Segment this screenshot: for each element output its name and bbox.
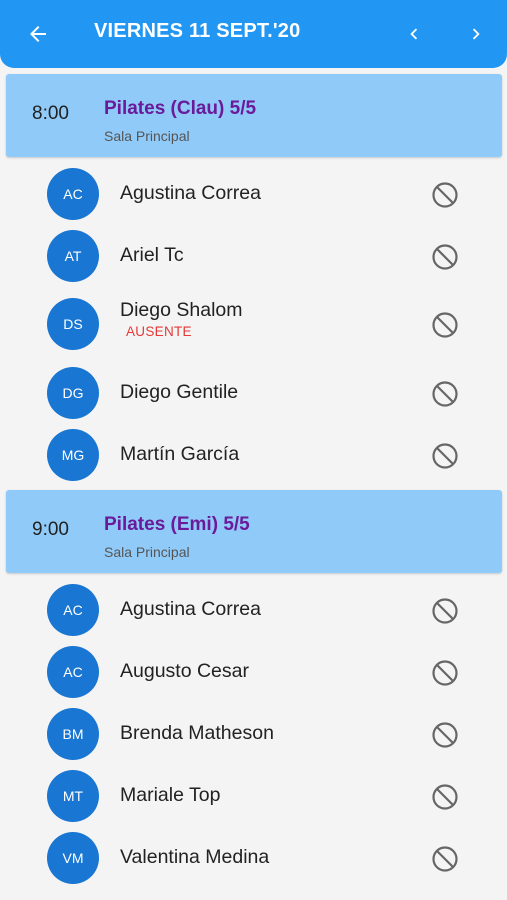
chevron-left-icon[interactable] bbox=[398, 18, 430, 50]
avatar: MT bbox=[47, 770, 99, 822]
attendee-row[interactable]: AT Ariel Tc bbox=[0, 225, 507, 287]
block-icon[interactable] bbox=[430, 782, 460, 812]
session-title: Pilates (Emi) 5/5 bbox=[104, 514, 250, 535]
attendee-name: Valentina Medina bbox=[120, 846, 270, 868]
avatar: DS bbox=[47, 298, 99, 350]
avatar: VM bbox=[47, 832, 99, 884]
attendee-name: Martín García bbox=[120, 443, 240, 465]
attendee-row[interactable]: MG Martín García bbox=[0, 424, 507, 486]
session-time: 9:00 bbox=[32, 519, 69, 540]
attendee-name: Agustina Correa bbox=[120, 182, 261, 204]
schedule-list: 8:00 Pilates (Clau) 5/5 Sala Principal A… bbox=[0, 68, 507, 889]
attendee-row[interactable]: AC Agustina Correa bbox=[0, 579, 507, 641]
session-header[interactable]: 8:00 Pilates (Clau) 5/5 Sala Principal bbox=[6, 74, 502, 157]
status-badge: AUSENTE bbox=[126, 324, 192, 339]
attendee-row[interactable]: BM Brenda Matheson bbox=[0, 703, 507, 765]
chevron-right-icon[interactable] bbox=[460, 18, 492, 50]
avatar: MG bbox=[47, 429, 99, 481]
attendee-name: Brenda Matheson bbox=[120, 722, 274, 744]
block-icon[interactable] bbox=[430, 844, 460, 874]
block-icon[interactable] bbox=[430, 720, 460, 750]
attendee-row[interactable]: AC Agustina Correa bbox=[0, 163, 507, 225]
attendee-name: Diego Gentile bbox=[120, 381, 239, 403]
avatar: AC bbox=[47, 168, 99, 220]
avatar: DG bbox=[47, 367, 99, 419]
app-bar: VIERNES 11 SEPT.'20 bbox=[0, 0, 507, 68]
block-icon[interactable] bbox=[430, 379, 460, 409]
attendee-row[interactable]: VM Valentina Medina bbox=[0, 827, 507, 889]
attendee-row[interactable]: DG Diego Gentile bbox=[0, 362, 507, 424]
avatar: AC bbox=[47, 584, 99, 636]
attendee-row[interactable]: DS Diego Shalom AUSENTE bbox=[0, 287, 507, 362]
session-time: 8:00 bbox=[32, 103, 69, 124]
attendee-name: Mariale Top bbox=[120, 784, 221, 806]
attendee-name: Ariel Tc bbox=[120, 244, 184, 266]
block-icon[interactable] bbox=[430, 658, 460, 688]
session-title: Pilates (Clau) 5/5 bbox=[104, 98, 257, 119]
block-icon[interactable] bbox=[430, 180, 460, 210]
attendee-row[interactable]: MT Mariale Top bbox=[0, 765, 507, 827]
session-header[interactable]: 9:00 Pilates (Emi) 5/5 Sala Principal bbox=[6, 490, 502, 573]
session-room: Sala Principal bbox=[104, 128, 190, 144]
session-room: Sala Principal bbox=[104, 544, 190, 560]
avatar: BM bbox=[47, 708, 99, 760]
arrow-back-icon[interactable] bbox=[22, 18, 54, 50]
attendee-name: Diego Shalom bbox=[120, 299, 243, 321]
attendee-name: Agustina Correa bbox=[120, 598, 261, 620]
block-icon[interactable] bbox=[430, 310, 460, 340]
block-icon[interactable] bbox=[430, 242, 460, 272]
avatar: AT bbox=[47, 230, 99, 282]
block-icon[interactable] bbox=[430, 596, 460, 626]
attendee-name: Augusto Cesar bbox=[120, 660, 249, 682]
attendee-row[interactable]: AC Augusto Cesar bbox=[0, 641, 507, 703]
avatar: AC bbox=[47, 646, 99, 698]
date-title: VIERNES 11 SEPT.'20 bbox=[94, 20, 301, 42]
block-icon[interactable] bbox=[430, 441, 460, 471]
